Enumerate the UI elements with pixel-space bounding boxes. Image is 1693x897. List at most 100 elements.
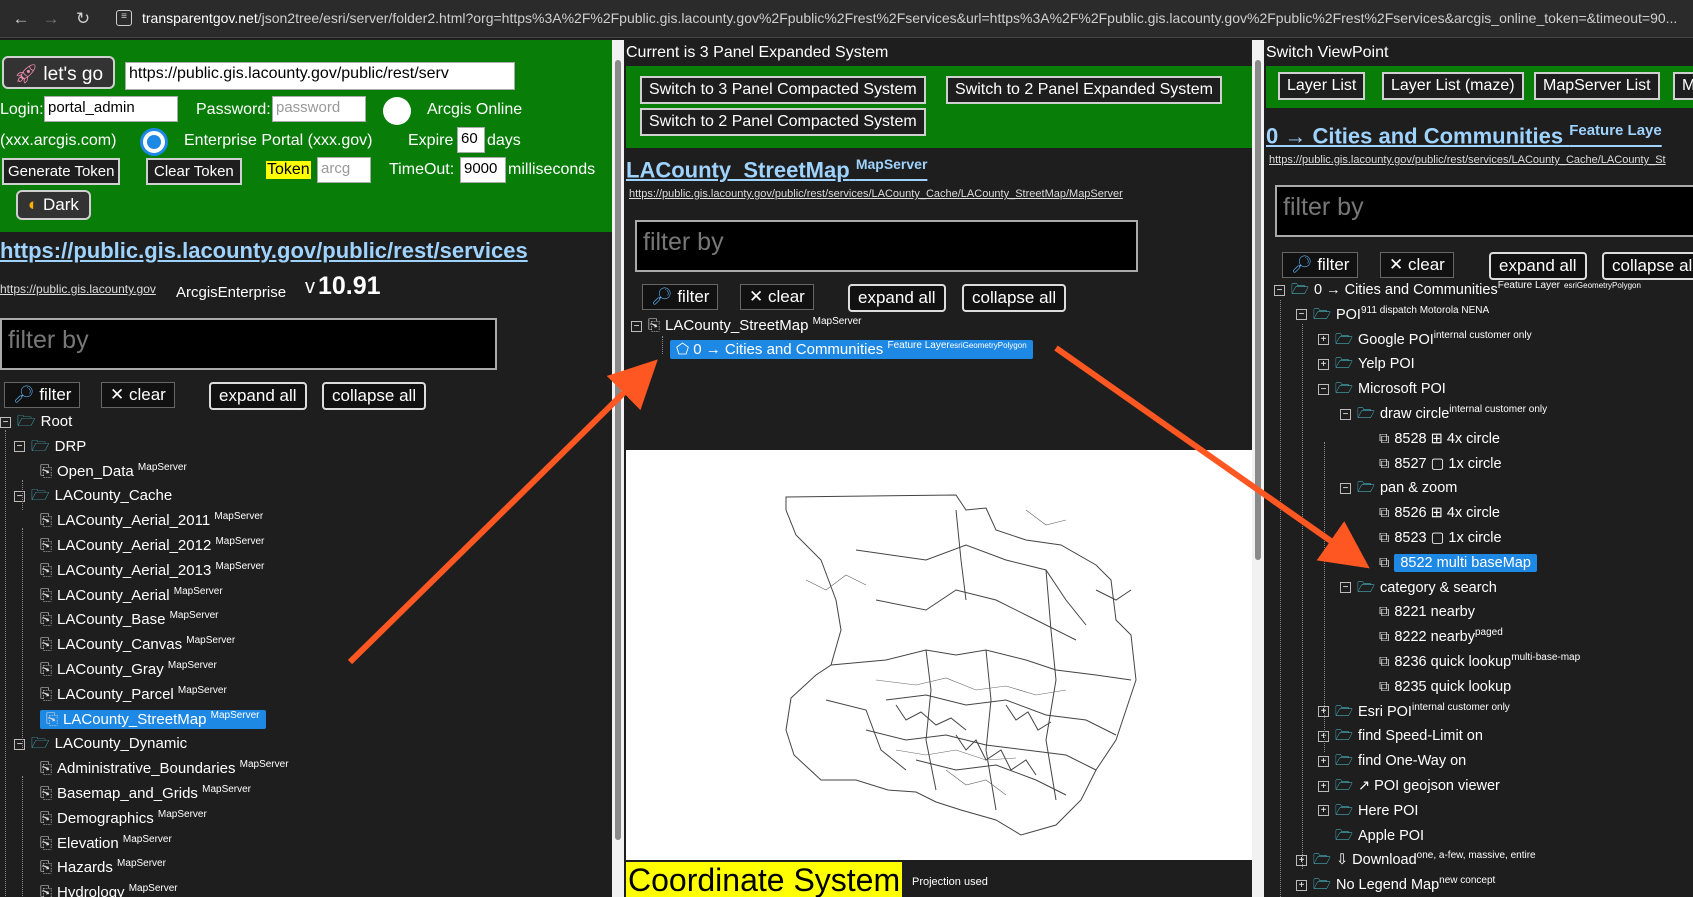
mapserver-list-button[interactable]: MapServer List [1534,72,1660,100]
right-tree-item[interactable]: + 🗁︎ ↗ POI geojson viewer [1318,776,1500,796]
forward-icon[interactable]: → [40,8,62,30]
left-tree-item[interactable]: ⎘ LACounty_Aerial_2013 MapServer [40,561,264,581]
left-tree-item[interactable]: − 🗁︎ DRP [14,437,86,457]
right-tree-item[interactable]: − 🗁︎ 0 → Cities and CommunitiesFeature Lay… [1274,280,1641,300]
middle-filter-button[interactable]: 🔎︎ filter [642,284,719,310]
login-input[interactable]: portal_admin [44,96,178,122]
right-tree-item[interactable]: + 🗁︎ find One-Way on [1318,751,1466,771]
left-tree-item[interactable]: ⎘ Hydrology MapServer [40,883,178,897]
middle-tree-root[interactable]: − ⎘ LACounty_StreetMap MapServer [631,316,862,336]
collapse-icon[interactable]: − [14,441,25,453]
left-expand-all-button[interactable]: expand all [209,382,307,410]
host-link[interactable]: https://public.gis.lacounty.gov [0,282,156,296]
right-tree-item[interactable]: ⧉ 8523 ▢ 1x circle [1362,528,1502,548]
right-tree-item[interactable]: + 🗁︎ No Legend Mapnew concept [1296,875,1495,895]
left-tree-item[interactable]: ⎘ LACounty_Aerial MapServer [40,586,223,606]
right-clear-button[interactable]: ✕ clear [1380,252,1454,278]
left-tree-item[interactable]: ⎘ LACounty_Parcel MapServer [40,685,227,705]
expand-icon[interactable]: + [1318,805,1329,817]
right-tree-item[interactable]: + 🗁︎ Google POIinternal customer only [1318,330,1532,350]
left-scrollbar[interactable] [612,40,624,897]
right-tree-item[interactable]: ⧉ 8235 quick lookup [1362,677,1511,697]
lets-go-button[interactable]: 🚀︎ let's go [2,56,116,89]
right-tree-item[interactable]: ⧉ 8527 ▢ 1x circle [1362,454,1502,474]
left-clear-button[interactable]: ✕ clear [101,382,175,408]
layer-list-maze-button[interactable]: Layer List (maze) [1382,72,1524,100]
reload-icon[interactable]: ↻ [72,8,94,30]
left-tree-item[interactable]: ⎘ LACounty_Aerial_2011 MapServer [40,511,263,531]
left-tree-item[interactable]: ⎘ Demographics MapServer [40,809,207,829]
more-viewpoint-button[interactable]: M [1673,72,1693,100]
switch-3-panel-compacted-button[interactable]: Switch to 3 Panel Compacted System [640,76,926,104]
left-filter-button[interactable]: 🔎︎ filter [4,382,81,408]
left-tree-item[interactable]: ⎘ LACounty_Base MapServer [40,610,219,630]
right-tree-item[interactable]: + 🗁︎ Yelp POI [1318,354,1415,374]
collapse-icon[interactable]: − [0,416,11,428]
expand-icon[interactable]: + [1296,879,1307,891]
right-tree-item[interactable]: − 🗁︎ Microsoft POI [1318,379,1446,399]
expand-icon[interactable]: + [1318,755,1329,767]
left-tree-item[interactable]: ⎘ Open_Data MapServer [40,462,187,482]
left-tree-item[interactable]: − 🗁︎ LACounty_Cache [14,486,172,506]
expand-icon[interactable]: + [1318,780,1329,792]
expire-input[interactable]: 60 [457,127,485,153]
right-tree-item[interactable]: 🗁︎ Apple POI [1318,826,1424,846]
mapserver-title-link[interactable]: LACounty_StreetMap MapServer [626,156,927,183]
left-tree-item[interactable]: ⎘ LACounty_Aerial_2012 MapServer [40,536,264,556]
left-tree-item[interactable]: ⎘ LACounty_Canvas MapServer [40,635,235,655]
right-expand-all-button[interactable]: expand all [1489,252,1587,280]
middle-collapse-all-button[interactable]: collapse all [962,284,1067,312]
left-tree-item[interactable]: ⎘ Elevation MapServer [40,834,172,854]
left-collapse-all-button[interactable]: collapse all [322,382,427,410]
layer-title-link[interactable]: 0 → Cities and Communities Feature Laye [1266,122,1662,149]
arcgis-online-radio[interactable] [383,97,411,125]
left-tree-item[interactable]: ⎘ Hazards MapServer [40,858,166,878]
middle-filter-input[interactable]: filter by [635,220,1138,272]
middle-expand-all-button[interactable]: expand all [848,284,946,312]
clear-token-button[interactable]: Clear Token [146,158,242,185]
right-collapse-all-button[interactable]: collapse all [1602,252,1693,280]
back-icon[interactable]: ← [10,8,32,30]
address-bar[interactable]: transparentgov.net/json2tree/esri/server… [142,10,1682,26]
left-tree-item[interactable]: ⎘ LACounty_StreetMap MapServer [40,709,266,730]
left-tree-item[interactable]: ⎘ Administrative_Boundaries MapServer [40,759,289,779]
middle-scrollbar[interactable] [1252,40,1264,897]
collapse-icon[interactable]: − [1340,582,1351,594]
right-tree-item[interactable]: + 🗁︎ ⇩ Downloadone, a-few, massive, entire [1296,850,1536,870]
right-tree-item[interactable]: ⧉ 8528 ⊞ 4x circle [1362,429,1500,449]
mapserver-url-link[interactable]: https://public.gis.lacounty.gov/public/r… [629,188,1123,200]
right-tree-item[interactable]: ⧉ 8236 quick lookupmulti-base-map [1362,652,1580,672]
right-tree-item[interactable]: − 🗁︎ POI911 dispatch Motorola NENA [1296,305,1489,325]
right-tree-item[interactable]: ⧉ 8221 nearby [1362,602,1475,622]
right-filter-input[interactable]: filter by [1275,185,1693,237]
left-tree-item[interactable]: ⎘ LACounty_Gray MapServer [40,660,217,680]
right-tree-item[interactable]: − 🗁︎ category & search [1340,578,1497,598]
collapse-icon[interactable]: − [631,320,642,332]
collapse-icon[interactable]: − [1296,309,1307,321]
left-tree-item[interactable]: − 🗁︎ Root [0,412,72,432]
server-url-input[interactable]: https://public.gis.lacounty.gov/public/r… [125,62,515,90]
right-tree-item[interactable]: ⧉ 8222 nearbypaged [1362,627,1503,647]
collapse-icon[interactable]: − [14,738,25,750]
middle-clear-button[interactable]: ✕ clear [740,284,814,310]
timeout-input[interactable]: 9000 [460,157,506,183]
right-tree-item[interactable]: − 🗁︎ pan & zoom [1340,478,1457,498]
expand-icon[interactable]: + [1318,359,1329,371]
layer-url-link[interactable]: https://public.gis.lacounty.gov/public/r… [1269,154,1666,166]
left-tree-item[interactable]: ⎘ Basemap_and_Grids MapServer [40,784,251,804]
generate-token-button[interactable]: Generate Token [2,158,121,185]
left-filter-input[interactable]: filter by [0,318,497,370]
services-link[interactable]: https://public.gis.lacounty.gov/public/r… [0,238,528,264]
right-tree-item[interactable]: + 🗁︎ Here POI [1318,801,1418,821]
middle-tree-layer-item[interactable]: ⬠ 0 → Cities and Communities Feature Lay… [670,340,1033,360]
token-input[interactable]: arcg [317,157,371,183]
collapse-icon[interactable]: − [1318,383,1329,395]
left-tree-item[interactable]: − 🗁︎ LACounty_Dynamic [14,734,187,754]
password-input[interactable]: password [272,96,366,122]
right-tree-item[interactable]: ⧉ 8526 ⊞ 4x circle [1362,503,1500,523]
switch-2-panel-compacted-button[interactable]: Switch to 2 Panel Compacted System [640,108,926,136]
switch-2-panel-expanded-button[interactable]: Switch to 2 Panel Expanded System [946,76,1222,104]
collapse-icon[interactable]: − [14,490,25,502]
right-tree-item[interactable]: − 🗁︎ draw circleinternal customer only [1340,404,1547,424]
expand-icon[interactable]: + [1318,334,1329,346]
